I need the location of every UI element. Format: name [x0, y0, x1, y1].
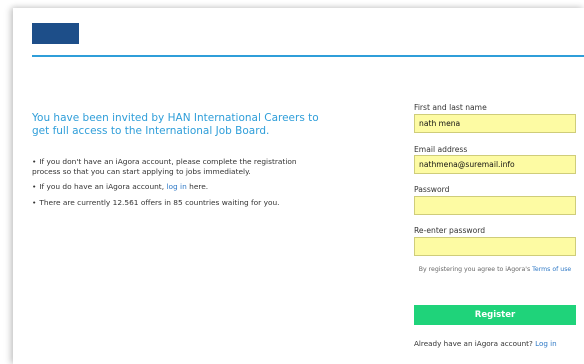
terms-notice: By registering you agree to iAgora's Ter…	[414, 266, 576, 274]
bullet-icon: •	[32, 197, 37, 207]
bullet-icon: •	[32, 182, 37, 191]
info-item-text: There are currently 12.561 offers in 85 …	[39, 197, 280, 207]
password-confirm-label: Re-enter password	[414, 226, 486, 235]
email-label: Email address	[414, 145, 468, 154]
password-label: Password	[414, 185, 450, 194]
bullet-icon: •	[32, 157, 37, 166]
info-item-offers: • There are currently 12.561 offers in 85…	[32, 198, 302, 208]
password-input[interactable]	[414, 196, 576, 215]
info-item-text: If you don't have an iAgora account, ple…	[32, 157, 297, 176]
header-divider	[32, 55, 584, 57]
invitation-title: You have been invited by HAN Internation…	[32, 112, 319, 137]
email-input[interactable]	[414, 155, 576, 174]
password-confirm-input[interactable]	[414, 237, 576, 256]
brand-logo	[32, 23, 79, 44]
info-item-text: If you do have an iAgora account,	[39, 182, 167, 191]
login-link[interactable]: Log in	[535, 339, 557, 348]
info-item-login: • If you do have an iAgora account, log i…	[32, 182, 302, 192]
registration-page: You have been invited by HAN Internation…	[13, 8, 584, 364]
info-item-text: here.	[186, 182, 209, 191]
inline-login-link[interactable]: log in	[166, 182, 186, 191]
info-item-register: • If you don't have an iAgora account, pl…	[32, 157, 302, 176]
terms-link[interactable]: Terms of use	[532, 266, 571, 273]
info-list: • If you don't have an iAgora account, pl…	[32, 157, 302, 213]
name-label: First and last name	[414, 103, 487, 112]
login-prompt: Already have an iAgora account? Log in	[414, 339, 584, 348]
login-prompt-text: Already have an iAgora account?	[414, 339, 536, 348]
name-input[interactable]	[414, 114, 576, 133]
register-button[interactable]: Register	[414, 305, 576, 325]
terms-text: By registering you agree to iAgora's	[418, 266, 533, 273]
